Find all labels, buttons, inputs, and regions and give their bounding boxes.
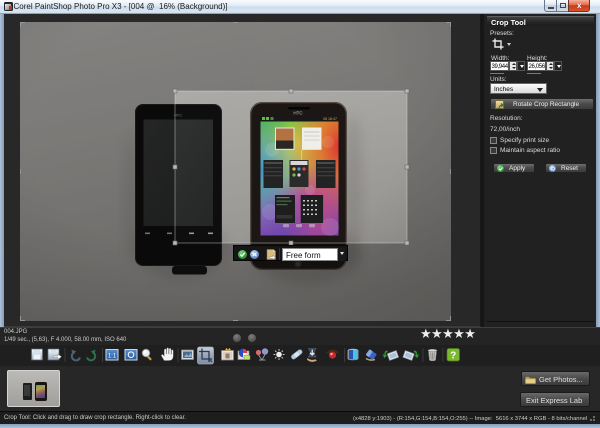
svg-text:1:1: 1:1 (108, 354, 117, 360)
svg-text:08 18:47: 08 18:47 (323, 117, 337, 121)
svg-text:?: ? (450, 351, 456, 362)
svg-text:HTC: HTC (293, 111, 303, 116)
